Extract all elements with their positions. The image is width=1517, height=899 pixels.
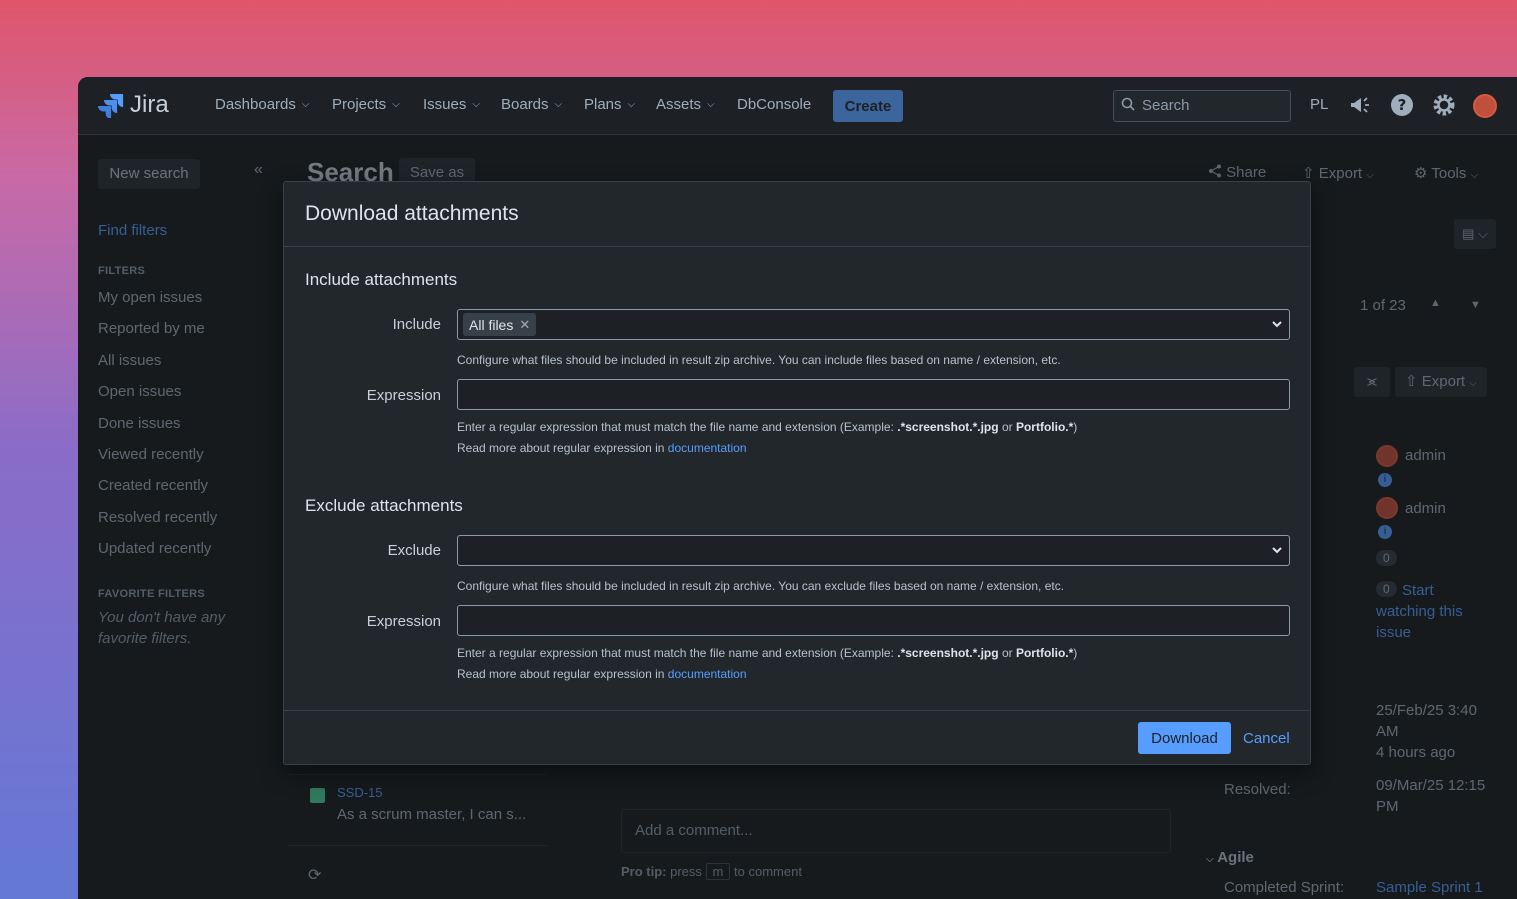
search-input[interactable]: Search [1113,90,1291,122]
gear-icon[interactable] [1432,93,1456,117]
help-text: Enter a regular expression that must mat… [457,646,898,660]
chevron-down-icon: ⌵ [301,99,310,110]
help-text: or [998,646,1016,660]
help-icon[interactable]: ? [1390,93,1414,117]
example-1: .*screenshot.*.jpg [897,420,999,434]
top-navigation: Jira Dashboards ⌵ Projects ⌵ Issues ⌵ Board… [78,77,1517,135]
svg-text:?: ? [1398,96,1407,114]
nav-dashboards[interactable]: Dashboards ⌵ [215,96,309,113]
jira-window: Jira Dashboards ⌵ Projects ⌵ Issues ⌵ Board… [78,77,1517,899]
help-text: ) [1073,646,1078,660]
include-tag-label: All files [469,316,514,333]
example-1: .*screenshot.*.jpg [897,646,999,660]
nav-label: Assets [656,96,702,113]
cancel-button[interactable]: Cancel [1237,722,1296,754]
chevron-down-icon: ⌵ [392,99,400,110]
exclude-select[interactable] [457,535,1290,566]
include-expression-label: Expression [366,387,441,404]
include-heading: Include attachments [305,270,458,289]
exclude-heading: Exclude attachments [305,496,463,515]
include-expression-input[interactable] [457,379,1290,410]
nav-label: Boards [501,96,549,113]
nav-label: Issues [423,96,467,113]
help-text: or [998,420,1016,434]
megaphone-icon[interactable] [1348,93,1372,117]
exclude-doc-help: Read more about regular expression in do… [457,667,747,681]
example-2: Portfolio.* [1015,420,1074,434]
exclude-expression-input[interactable] [457,605,1290,636]
nav-label: Dashboards [215,96,296,113]
dialog-title: Download attachments [305,202,519,225]
include-select[interactable]: All files ✕ [457,309,1290,340]
chevron-down-icon: ⌵ [627,99,636,110]
close-icon[interactable]: ✕ [519,317,530,333]
user-initials[interactable]: PL [1310,96,1328,113]
nav-projects[interactable]: Projects ⌵ [332,96,400,113]
nav-plans[interactable]: Plans ⌵ [584,96,635,113]
avatar[interactable] [1473,94,1497,118]
divider [284,246,1310,247]
help-text: Read more about regular expression in [457,441,668,455]
nav-label: Projects [332,96,387,113]
nav-issues[interactable]: Issues ⌵ [423,96,480,113]
exclude-expression-label: Expression [366,613,441,630]
documentation-link[interactable]: documentation [668,441,747,455]
help-text: Enter a regular expression that must mat… [457,420,898,434]
nav-assets[interactable]: Assets ⌵ [656,96,715,113]
example-2: Portfolio.* [1015,646,1074,660]
documentation-link[interactable]: documentation [668,667,747,681]
include-help: Configure what files should be included … [457,353,1061,367]
include-tag: All files ✕ [463,313,537,336]
nav-boards[interactable]: Boards ⌵ [501,96,562,113]
download-attachments-dialog: Download attachments Include attachments… [283,181,1311,765]
exclude-label: Exclude [387,542,441,559]
download-button[interactable]: Download [1138,722,1231,754]
help-text: ) [1073,420,1078,434]
logo-text: Jira [130,91,169,118]
exclude-help: Configure what files should be included … [457,579,1065,593]
include-label: Include [392,316,441,333]
include-regex-help: Enter a regular expression that must mat… [457,420,1077,434]
search-icon [1121,97,1135,111]
chevron-down-icon [1272,547,1282,554]
exclude-regex-help: Enter a regular expression that must mat… [457,646,1077,660]
chevron-down-icon: ⌵ [707,99,715,110]
divider [284,710,1310,711]
create-button[interactable]: Create [833,90,903,122]
chevron-down-icon: ⌵ [554,99,563,110]
help-text: Read more about regular expression in [457,667,668,681]
nav-label: Plans [584,96,622,113]
include-doc-help: Read more about regular expression in do… [457,441,747,455]
nav-dbconsole[interactable]: DbConsole [737,96,811,113]
chevron-down-icon [1272,321,1282,328]
jira-logo[interactable]: Jira [98,91,169,119]
jira-logo-icon [98,94,124,118]
chevron-down-icon: ⌵ [472,99,480,110]
